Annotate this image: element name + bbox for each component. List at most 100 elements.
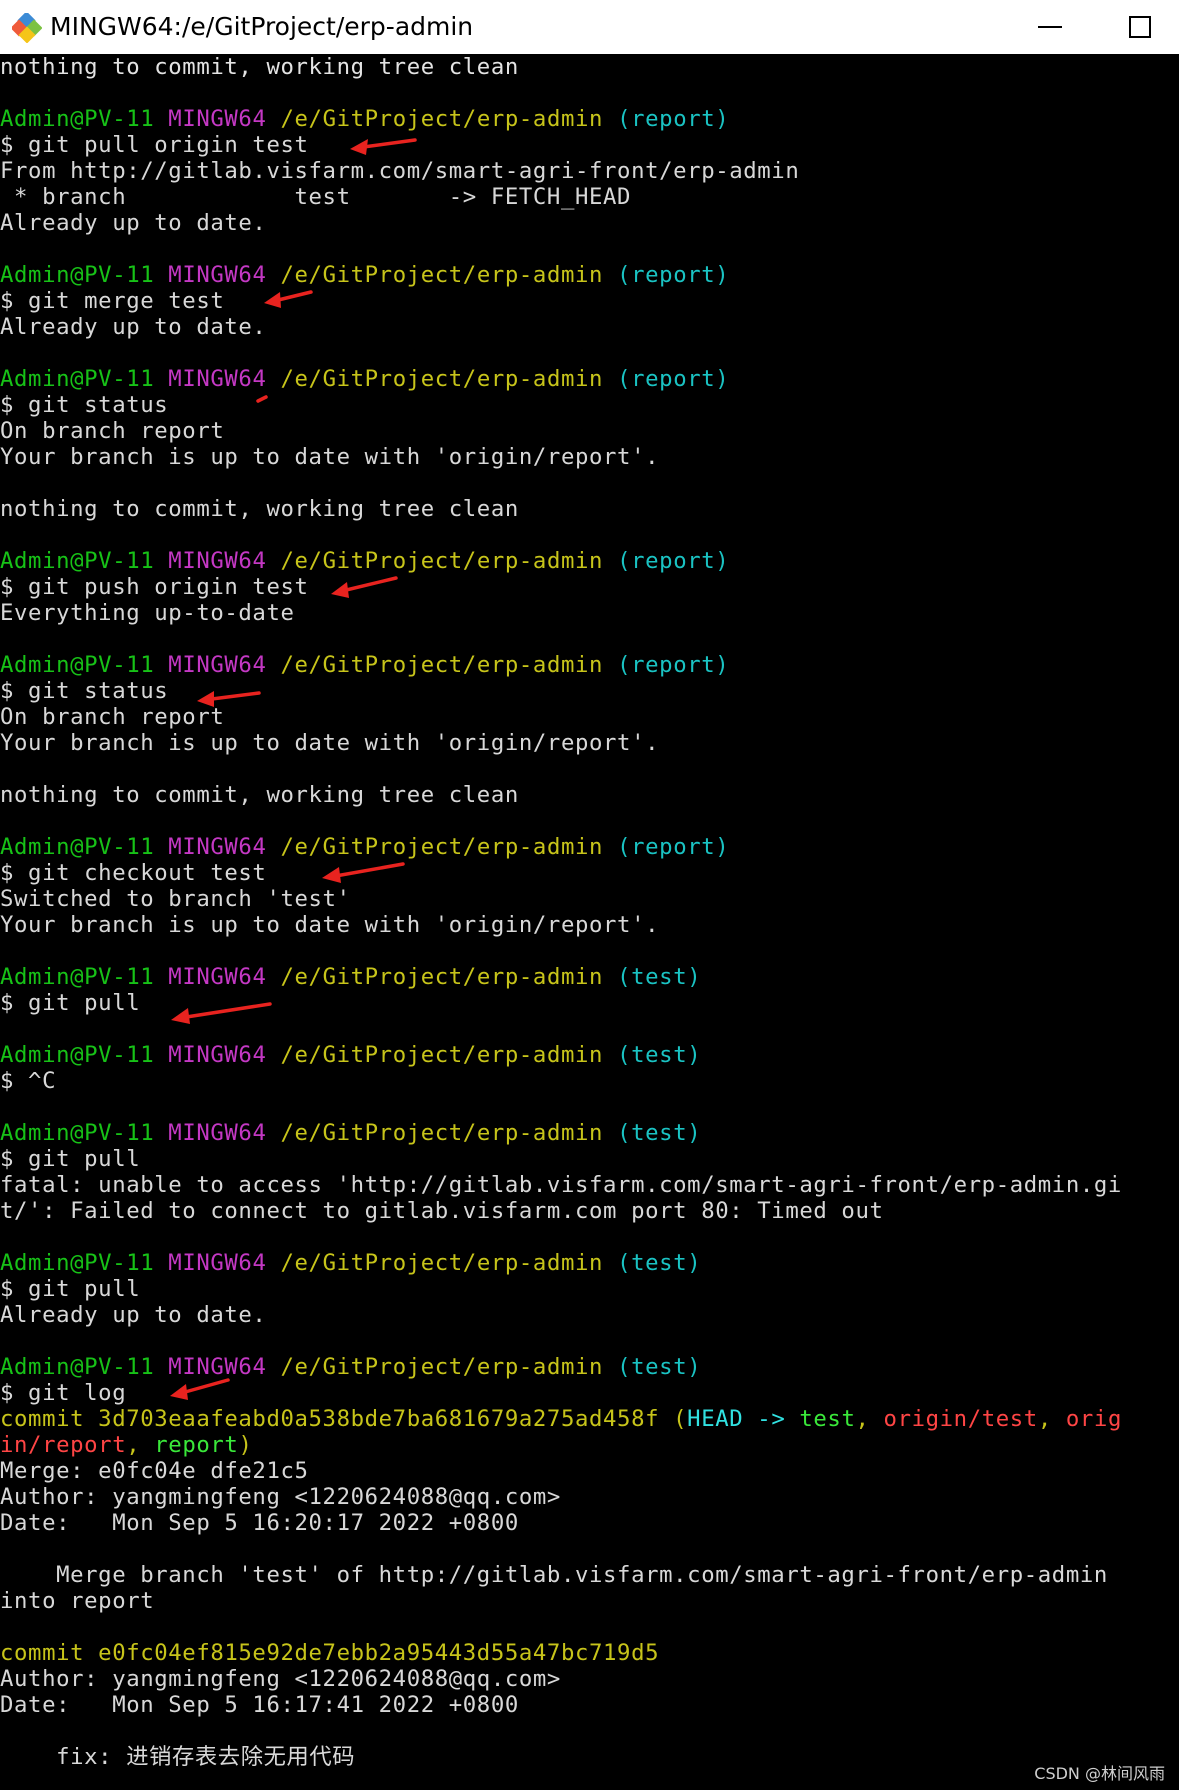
terminal-text: (test) [617, 1354, 702, 1380]
window-title: MINGW64:/e/GitProject/erp-admin [50, 12, 474, 41]
terminal-text: MINGW64 [168, 1354, 267, 1380]
maximize-icon [1128, 16, 1151, 38]
terminal-text: Your branch is up to date with 'origin/r… [0, 912, 660, 938]
terminal-text: MINGW64 [168, 964, 267, 990]
terminal-line: fatal: unable to access 'http://gitlab.v… [0, 1172, 1179, 1198]
terminal-line: Already up to date. [0, 210, 1179, 236]
watermark: CSDN @林间风雨 [1034, 1764, 1165, 1783]
terminal-output[interactable]: nothing to commit, working tree clean Ad… [0, 54, 1179, 1790]
terminal-text: (report) [617, 366, 730, 392]
terminal-text: nothing to commit, working tree clean [0, 496, 519, 522]
terminal-line: Everything up-to-date [0, 600, 1179, 626]
terminal-text: Already up to date. [0, 210, 267, 236]
terminal-line: commit 3d703eaafeabd0a538bde7ba681679a27… [0, 1406, 1179, 1432]
terminal-text: $ git log [0, 1380, 127, 1406]
terminal-text: Admin@PV-11 [0, 262, 155, 288]
terminal-text: (test) [617, 964, 702, 990]
terminal-text: test [799, 1406, 856, 1432]
terminal-text: , [126, 1432, 155, 1458]
terminal-text: $ git pull [0, 1276, 141, 1302]
maximize-button[interactable] [1100, 0, 1179, 54]
terminal-line: $ git pull [0, 990, 1179, 1016]
terminal-text: /e/GitProject/erp-admin [280, 548, 604, 574]
terminal-text: Everything up-to-date [0, 600, 295, 626]
terminal-text: Switched to branch 'test' [0, 886, 351, 912]
terminal-text: , [1037, 1406, 1066, 1432]
terminal-line: $ git pull [0, 1276, 1179, 1302]
terminal-text: Admin@PV-11 [0, 1042, 155, 1068]
terminal-text: (report) [617, 834, 730, 860]
terminal-line: Author: yangmingfeng <1220624088@qq.com> [0, 1484, 1179, 1510]
title-bar: MINGW64:/e/GitProject/erp-admin [0, 0, 1179, 54]
terminal-line: nothing to commit, working tree clean [0, 782, 1179, 808]
terminal-text: /e/GitProject/erp-admin [280, 366, 604, 392]
terminal-line: Admin@PV-11 MINGW64 /e/GitProject/erp-ad… [0, 1042, 1179, 1068]
terminal-text: into report [0, 1588, 155, 1614]
terminal-text: /e/GitProject/erp-admin [280, 1354, 604, 1380]
terminal-line: From http://gitlab.visfarm.com/smart-agr… [0, 158, 1179, 184]
terminal-text: nothing to commit, working tree clean [0, 782, 519, 808]
terminal-line: $ git merge test [0, 288, 1179, 314]
terminal-text: Admin@PV-11 [0, 366, 155, 392]
terminal-line: Admin@PV-11 MINGW64 /e/GitProject/erp-ad… [0, 1120, 1179, 1146]
terminal-text: /e/GitProject/erp-admin [280, 964, 604, 990]
terminal-text: /e/GitProject/erp-admin [280, 1250, 604, 1276]
terminal-text: Admin@PV-11 [0, 964, 155, 990]
terminal-line: * branch test -> FETCH_HEAD [0, 184, 1179, 210]
terminal-text: Admin@PV-11 [0, 1120, 155, 1146]
terminal-text: (report) [617, 652, 730, 678]
terminal-line: Already up to date. [0, 314, 1179, 340]
terminal-text: $ ^C [0, 1068, 57, 1094]
terminal-text: /e/GitProject/erp-admin [280, 652, 604, 678]
terminal-text: (test) [617, 1120, 702, 1146]
terminal-text: nothing to commit, working tree clean [0, 54, 519, 80]
terminal-line: Admin@PV-11 MINGW64 /e/GitProject/erp-ad… [0, 652, 1179, 678]
terminal-line: Author: yangmingfeng <1220624088@qq.com> [0, 1666, 1179, 1692]
terminal-text: Author: yangmingfeng <1220624088@qq.com> [0, 1666, 561, 1692]
terminal-text: MINGW64 [168, 548, 267, 574]
terminal-line: in/report, report) [0, 1432, 1179, 1458]
terminal-line: Admin@PV-11 MINGW64 /e/GitProject/erp-ad… [0, 548, 1179, 574]
terminal-line: nothing to commit, working tree clean [0, 496, 1179, 522]
terminal-text: Your branch is up to date with 'origin/r… [0, 444, 660, 470]
terminal-line: On branch report [0, 418, 1179, 444]
terminal-line: nothing to commit, working tree clean [0, 54, 1179, 80]
terminal-line: fix: 进销存表去除无用代码 [0, 1744, 1179, 1770]
terminal-text: Already up to date. [0, 1302, 267, 1328]
terminal-line: Your branch is up to date with 'origin/r… [0, 912, 1179, 938]
terminal-text: , [855, 1406, 884, 1432]
terminal-line: Admin@PV-11 MINGW64 /e/GitProject/erp-ad… [0, 1250, 1179, 1276]
terminal-text: Your branch is up to date with 'origin/r… [0, 730, 660, 756]
terminal-text: /e/GitProject/erp-admin [280, 262, 604, 288]
terminal-text: ) [238, 1432, 253, 1458]
terminal-line: $ git log [0, 1380, 1179, 1406]
terminal-text: MINGW64 [168, 1250, 267, 1276]
terminal-text: /e/GitProject/erp-admin [280, 1120, 604, 1146]
terminal-text: fatal: unable to access 'http://gitlab.v… [0, 1172, 1122, 1198]
minimize-button[interactable] [1010, 0, 1090, 54]
terminal-text: /e/GitProject/erp-admin [280, 106, 604, 132]
terminal-text: (report) [617, 106, 730, 132]
terminal-line: On branch report [0, 704, 1179, 730]
terminal-line: $ git checkout test [0, 860, 1179, 886]
terminal-line: $ git pull origin test [0, 132, 1179, 158]
